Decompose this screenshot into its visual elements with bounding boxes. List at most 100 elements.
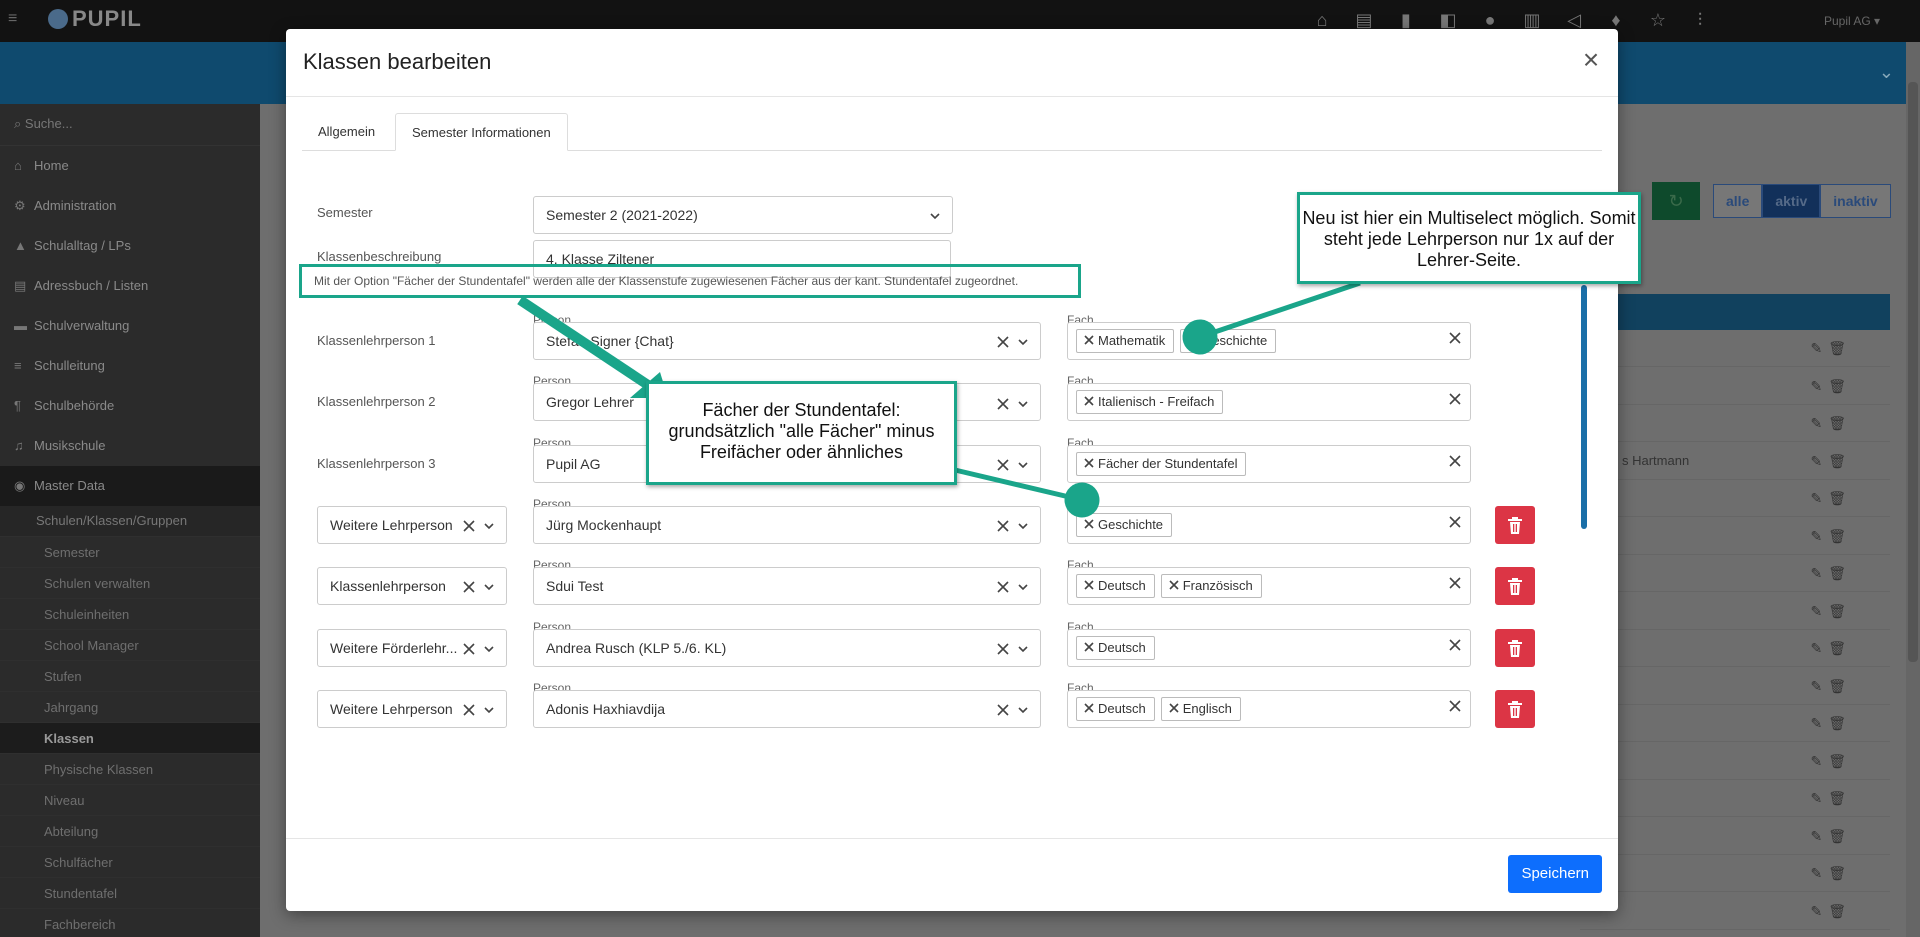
- sidebar-subitem[interactable]: Abteilung: [0, 815, 260, 846]
- role-select[interactable]: Weitere Förderlehr...: [317, 628, 507, 667]
- sidebar-subitem-active[interactable]: Klassen: [0, 722, 260, 753]
- edit-icon[interactable]: ✎: [1810, 790, 1828, 806]
- sidebar-subitem[interactable]: School Manager: [0, 629, 260, 660]
- tab-allgemein[interactable]: Allgemein: [302, 113, 391, 151]
- trash-icon[interactable]: 🗑: [1828, 790, 1852, 806]
- subject-chip[interactable]: Geschichte: [1180, 329, 1277, 353]
- person-select[interactable]: Adonis Haxhiavdija: [533, 689, 1041, 728]
- subject-chip[interactable]: Deutsch: [1076, 574, 1155, 599]
- sidebar-subitem[interactable]: Schuleinheiten: [0, 598, 260, 629]
- subject-chip[interactable]: Deutsch: [1076, 635, 1155, 660]
- subject-multiselect[interactable]: Mathematik Geschichte: [1067, 322, 1471, 360]
- trash-icon[interactable]: 🗑: [1828, 415, 1852, 431]
- edit-icon[interactable]: ✎: [1810, 378, 1828, 394]
- sidebar-item-schulleitung[interactable]: ≡ Schulleitung: [0, 346, 260, 386]
- trash-icon[interactable]: 🗑: [1828, 678, 1852, 694]
- subject-multiselect[interactable]: Deutsch Englisch: [1067, 689, 1471, 728]
- edit-icon[interactable]: ✎: [1810, 753, 1828, 769]
- edit-icon[interactable]: ✎: [1810, 640, 1828, 656]
- scrollbar-thumb[interactable]: [1908, 82, 1918, 662]
- remove-chip-icon[interactable]: [1083, 514, 1095, 536]
- subject-multiselect[interactable]: Deutsch: [1067, 628, 1471, 667]
- clear-all-icon[interactable]: [1448, 454, 1462, 471]
- clear-all-icon[interactable]: [1448, 515, 1462, 532]
- page-scrollbar[interactable]: [1906, 42, 1920, 937]
- trash-icon[interactable]: 🗑: [1828, 453, 1852, 469]
- sidebar-subhead[interactable]: Schulen/Klassen/Gruppen: [0, 506, 260, 536]
- save-button[interactable]: Speichern: [1508, 855, 1602, 893]
- filter-inaktiv[interactable]: inaktiv: [1820, 184, 1891, 218]
- remove-chip-icon[interactable]: [1083, 575, 1095, 597]
- filter-aktiv[interactable]: aktiv: [1762, 184, 1821, 218]
- remove-chip-icon[interactable]: [1083, 453, 1095, 475]
- subject-chip[interactable]: Mathematik: [1076, 329, 1175, 353]
- tab-semester-informationen[interactable]: Semester Informationen: [395, 113, 568, 151]
- remove-chip-icon[interactable]: [1083, 330, 1095, 352]
- clear-icon[interactable]: [996, 323, 1010, 359]
- subject-multiselect[interactable]: Deutsch Französisch: [1067, 567, 1471, 606]
- delete-row-button[interactable]: [1495, 567, 1535, 606]
- sidebar-subitem[interactable]: Semester: [0, 536, 260, 567]
- megaphone-icon[interactable]: ◁: [1564, 10, 1584, 30]
- subject-chip[interactable]: Deutsch: [1076, 696, 1155, 721]
- clear-icon[interactable]: [460, 690, 476, 727]
- trash-icon[interactable]: 🗑: [1828, 378, 1852, 394]
- clear-icon[interactable]: [460, 568, 476, 605]
- trash-icon[interactable]: 🗑: [1828, 865, 1852, 881]
- lightbulb-icon[interactable]: ♦: [1606, 10, 1626, 30]
- refresh-button[interactable]: ↻: [1652, 182, 1700, 220]
- sidebar-subitem[interactable]: Fachbereich: [0, 908, 260, 937]
- edit-icon[interactable]: ✎: [1810, 603, 1828, 619]
- trash-icon[interactable]: 🗑: [1828, 715, 1852, 731]
- clear-all-icon[interactable]: [1448, 699, 1462, 716]
- trash-icon[interactable]: 🗑: [1828, 903, 1852, 919]
- menu-icon[interactable]: ≡: [8, 10, 17, 28]
- trash-icon[interactable]: 🗑: [1828, 828, 1852, 844]
- trash-icon[interactable]: 🗑: [1828, 753, 1852, 769]
- home-icon[interactable]: ⌂: [1312, 10, 1332, 30]
- contact-card-icon[interactable]: ▤: [1354, 10, 1374, 30]
- filter-alle[interactable]: alle: [1713, 184, 1763, 218]
- subject-multiselect[interactable]: Fächer der Stundentafel: [1067, 444, 1471, 483]
- delete-row-button[interactable]: [1495, 689, 1535, 728]
- clear-icon[interactable]: [460, 629, 476, 666]
- chat-icon[interactable]: ●: [1480, 10, 1500, 30]
- subject-chip[interactable]: Französisch: [1160, 574, 1262, 599]
- clear-icon[interactable]: [996, 630, 1010, 666]
- sidebar-item-schulbehoerde[interactable]: ¶ Schulbehörde: [0, 386, 260, 426]
- user-menu[interactable]: Pupil AG ▾: [1824, 14, 1880, 28]
- clear-all-icon[interactable]: [1448, 392, 1462, 409]
- close-icon[interactable]: ×: [1578, 46, 1604, 75]
- trash-icon[interactable]: 🗑: [1828, 490, 1852, 506]
- person-select[interactable]: Andrea Rusch (KLP 5./6. KL): [533, 628, 1041, 667]
- semester-select[interactable]: Semester 2 (2021-2022): [533, 196, 953, 234]
- clear-icon[interactable]: [996, 446, 1010, 482]
- clear-all-icon[interactable]: [1448, 331, 1462, 348]
- clear-icon[interactable]: [460, 506, 476, 543]
- role-select[interactable]: Klassenlehrperson: [317, 567, 507, 606]
- sidebar-subitem[interactable]: Schulfächer: [0, 846, 260, 877]
- remove-chip-icon[interactable]: [1083, 698, 1095, 720]
- subject-chip[interactable]: Fächer der Stundentafel: [1076, 451, 1247, 476]
- subject-chip[interactable]: Italienisch - Freifach: [1076, 390, 1224, 415]
- remove-chip-icon[interactable]: [1168, 698, 1180, 720]
- edit-icon[interactable]: ✎: [1810, 565, 1828, 581]
- subject-chip[interactable]: Englisch: [1160, 696, 1241, 721]
- role-select[interactable]: Weitere Lehrperson: [317, 689, 507, 728]
- app-logo[interactable]: PUPIL: [48, 6, 142, 32]
- edit-icon[interactable]: ✎: [1810, 528, 1828, 544]
- office-icon[interactable]: ▮: [1396, 10, 1416, 30]
- person-select[interactable]: Stefan Signer {Chat}: [533, 322, 1041, 360]
- sidebar-search[interactable]: ⌕ Suche...: [0, 104, 260, 146]
- book-icon[interactable]: ▥: [1522, 10, 1542, 30]
- sidebar-item-schulverwaltung[interactable]: ▬ Schulverwaltung: [0, 306, 260, 346]
- trash-icon[interactable]: 🗑: [1828, 528, 1852, 544]
- outlook-icon[interactable]: ◧: [1438, 10, 1458, 30]
- sidebar-subitem[interactable]: Stundentafel: [0, 877, 260, 908]
- trash-icon[interactable]: 🗑: [1828, 603, 1852, 619]
- delete-row-button[interactable]: [1495, 505, 1535, 544]
- edit-icon[interactable]: ✎: [1810, 453, 1828, 469]
- delete-row-button[interactable]: [1495, 628, 1535, 667]
- star-icon[interactable]: ☆: [1648, 10, 1668, 30]
- sliders-icon[interactable]: ⫶: [1690, 10, 1710, 30]
